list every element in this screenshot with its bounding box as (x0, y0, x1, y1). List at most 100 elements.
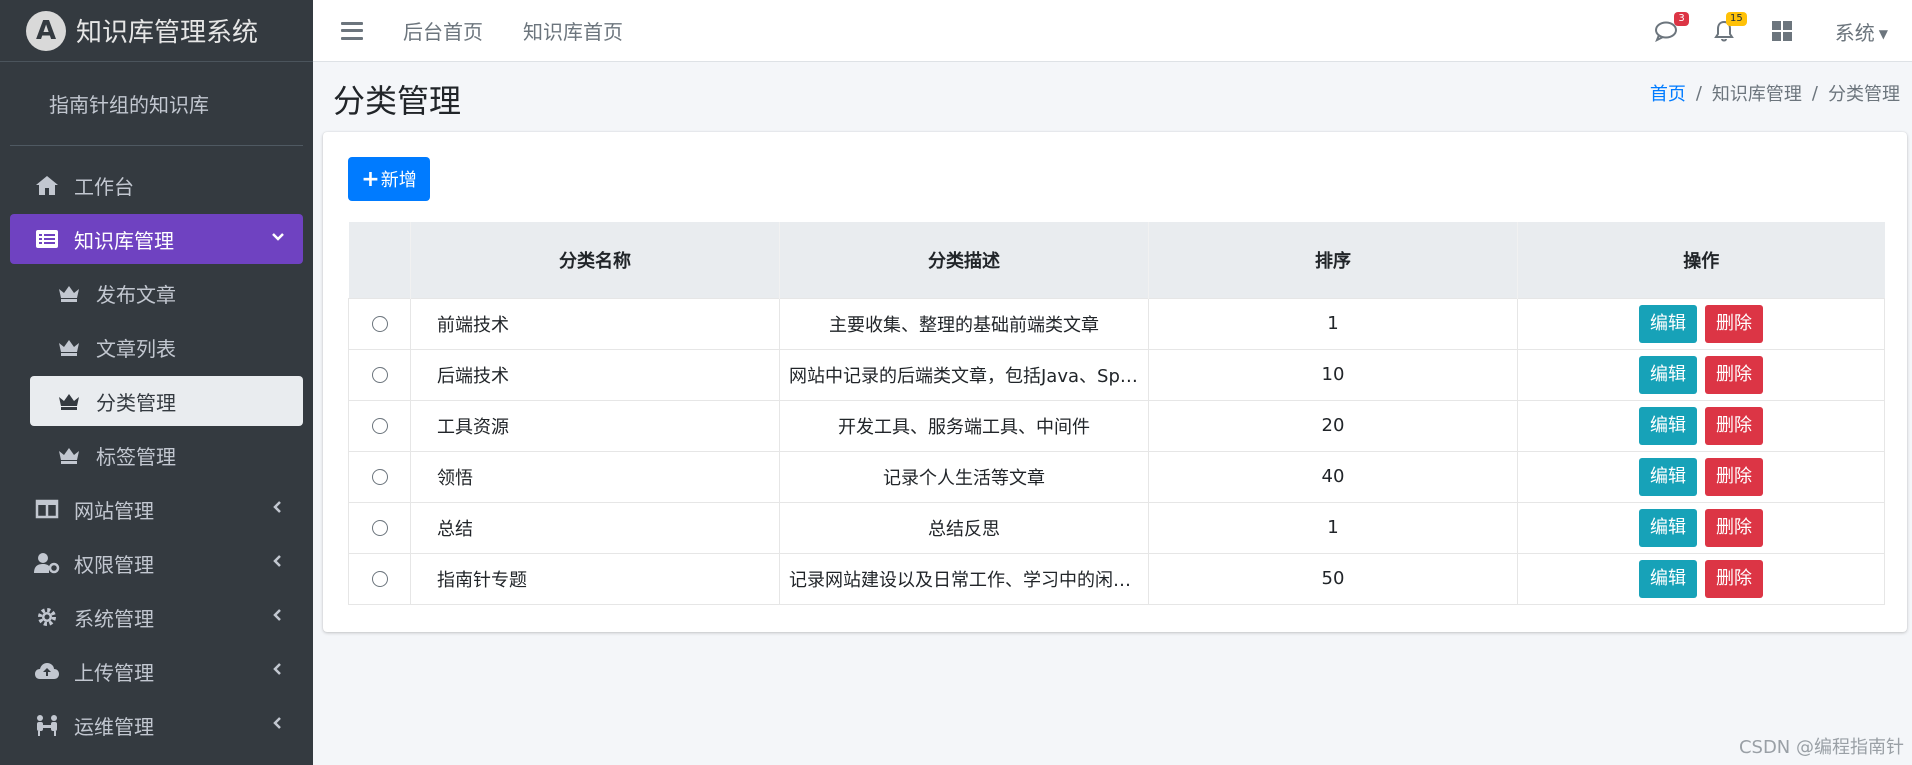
cell-actions: 编辑 删除 (1517, 501, 1885, 554)
cell-actions: 编辑 删除 (1517, 348, 1885, 401)
sidebar-item-publish-article[interactable]: 发布文章 (30, 268, 303, 318)
brand-link[interactable]: A 知识库管理系统 (0, 0, 313, 62)
row-radio[interactable] (371, 367, 388, 383)
plus-icon: + (361, 166, 380, 192)
sidebar-item-kb-management[interactable]: 知识库管理 (10, 214, 303, 264)
cell-desc: 总结反思 (779, 501, 1149, 554)
edit-button[interactable]: 编辑 (1639, 559, 1697, 598)
sidebar-item-tag-management[interactable]: 标签管理 (30, 430, 303, 480)
cloud-upload-icon (34, 658, 60, 684)
content-header: 分类管理 首页 / 知识库管理 / 分类管理 (313, 62, 1912, 132)
cell-desc: 网站中记录的后端类文章，包括Java、Sprin... (779, 348, 1149, 401)
breadcrumb-item-current: 分类管理 (1828, 84, 1900, 105)
row-select-cell (348, 399, 411, 452)
sidebar-item-label: 运维管理 (74, 714, 154, 739)
cell-name: 指南针专题 (410, 552, 780, 605)
sidebar-item-workbench[interactable]: 工作台 (10, 160, 303, 210)
sidebar-item-label: 知识库管理 (74, 228, 174, 253)
table-row: 指南针专题 记录网站建设以及日常工作、学习中的闲言... 50 编辑 删除 (348, 552, 1885, 605)
chevron-left-icon (271, 552, 285, 573)
nav-link-admin-home[interactable]: 后台首页 (403, 16, 483, 45)
user-panel[interactable]: 指南针组的知识库 (10, 62, 303, 146)
table-row: 后端技术 网站中记录的后端类文章，包括Java、Sprin... 10 编辑 删除 (348, 348, 1885, 401)
table-header-select (349, 222, 411, 298)
columns-icon (34, 496, 60, 522)
chevron-left-icon (271, 606, 285, 627)
chevron-down-icon (271, 228, 285, 249)
cell-sort: 40 (1148, 450, 1518, 503)
add-category-button[interactable]: + 新增 (348, 157, 430, 201)
table-row: 工具资源 开发工具、服务端工具、中间件 20 编辑 删除 (348, 399, 1885, 452)
cell-sort: 10 (1148, 348, 1518, 401)
menu-toggle-icon[interactable] (341, 21, 363, 40)
cell-name: 前端技术 (410, 297, 780, 350)
row-radio[interactable] (371, 571, 388, 587)
cell-desc: 记录个人生活等文章 (779, 450, 1149, 503)
desc-text: 开发工具、服务端工具、中间件 (838, 416, 1090, 438)
cell-actions: 编辑 删除 (1517, 399, 1885, 452)
delete-button[interactable]: 删除 (1705, 457, 1763, 496)
edit-button[interactable]: 编辑 (1639, 304, 1697, 343)
nav-link-kb-home[interactable]: 知识库首页 (523, 16, 623, 45)
cell-actions: 编辑 删除 (1517, 297, 1885, 350)
brand-logo: A (26, 10, 66, 51)
row-radio[interactable] (371, 469, 388, 485)
table-header-name[interactable]: 分类名称 (410, 222, 780, 298)
crown-icon (56, 334, 82, 360)
sidebar-item-label: 文章列表 (96, 336, 176, 361)
table-header-desc[interactable]: 分类描述 (779, 222, 1149, 298)
delete-button[interactable]: 删除 (1705, 304, 1763, 343)
breadcrumb-separator: / (1811, 82, 1818, 104)
messages-badge: 3 (1674, 12, 1689, 26)
sidebar-item-category-management[interactable]: 分类管理 (30, 376, 303, 426)
table-row: 总结 总结反思 1 编辑 删除 (348, 501, 1885, 554)
sidebar-item-permission-management[interactable]: 权限管理 (10, 538, 303, 588)
messages-icon[interactable]: 3 (1653, 12, 1689, 44)
row-select-cell (348, 450, 411, 503)
edit-button[interactable]: 编辑 (1639, 508, 1697, 547)
row-radio[interactable] (371, 418, 388, 434)
breadcrumb: 首页 / 知识库管理 / 分类管理 (1650, 80, 1900, 106)
sidebar-item-label: 网站管理 (74, 498, 154, 523)
sidebar-item-system-management[interactable]: 系统管理 (10, 592, 303, 642)
breadcrumb-separator: / (1695, 82, 1702, 104)
sidebar-item-ops-management[interactable]: 运维管理 (10, 700, 303, 750)
delete-button[interactable]: 删除 (1705, 508, 1763, 547)
crown-icon (56, 388, 82, 414)
people-icon (34, 712, 60, 738)
sidebar-item-article-list[interactable]: 文章列表 (30, 322, 303, 372)
sidebar-item-upload-management[interactable]: 上传管理 (10, 646, 303, 696)
user-cog-icon (34, 550, 60, 576)
top-navbar: 后台首页 知识库首页 3 15 系统 ▼ (313, 0, 1912, 62)
cell-sort: 1 (1148, 501, 1518, 554)
cell-desc: 记录网站建设以及日常工作、学习中的闲言... (779, 552, 1149, 605)
desc-text: 总结反思 (928, 518, 1000, 540)
notifications-icon[interactable]: 15 (1711, 12, 1747, 44)
home-icon (34, 172, 60, 198)
row-radio[interactable] (371, 316, 388, 332)
breadcrumb-home-link[interactable]: 首页 (1650, 80, 1686, 106)
delete-button[interactable]: 删除 (1705, 559, 1763, 598)
delete-button[interactable]: 删除 (1705, 406, 1763, 445)
table-row: 前端技术 主要收集、整理的基础前端类文章 1 编辑 删除 (348, 297, 1885, 350)
sidebar: A 知识库管理系统 指南针组的知识库 工作台 知识库管理 发布文章 文章列表 分… (0, 0, 313, 765)
delete-button[interactable]: 删除 (1705, 355, 1763, 394)
kb-submenu: 发布文章 文章列表 分类管理 标签管理 (10, 268, 303, 480)
cell-sort: 1 (1148, 297, 1518, 350)
system-menu[interactable]: 系统 ▼ (1835, 17, 1888, 46)
edit-button[interactable]: 编辑 (1639, 457, 1697, 496)
cell-actions: 编辑 删除 (1517, 450, 1885, 503)
table-header-sort[interactable]: 排序 (1148, 222, 1518, 298)
desc-text: 网站中记录的后端类文章，包括Java、Sprin... (789, 365, 1139, 387)
edit-button[interactable]: 编辑 (1639, 355, 1697, 394)
sidebar-item-site-management[interactable]: 网站管理 (10, 484, 303, 534)
desc-text: 记录个人生活等文章 (883, 467, 1045, 489)
cell-desc: 开发工具、服务端工具、中间件 (779, 399, 1149, 452)
grid-icon[interactable] (1769, 18, 1795, 44)
row-select-cell (348, 348, 411, 401)
edit-button[interactable]: 编辑 (1639, 406, 1697, 445)
brand-title: 知识库管理系统 (76, 18, 259, 48)
row-radio[interactable] (371, 520, 388, 536)
breadcrumb-item: 知识库管理 (1711, 84, 1802, 105)
category-card: + 新增 分类名称 分类描述 排序 操作 前端技术 主要收集、整理的基础前端类文章… (323, 132, 1907, 632)
